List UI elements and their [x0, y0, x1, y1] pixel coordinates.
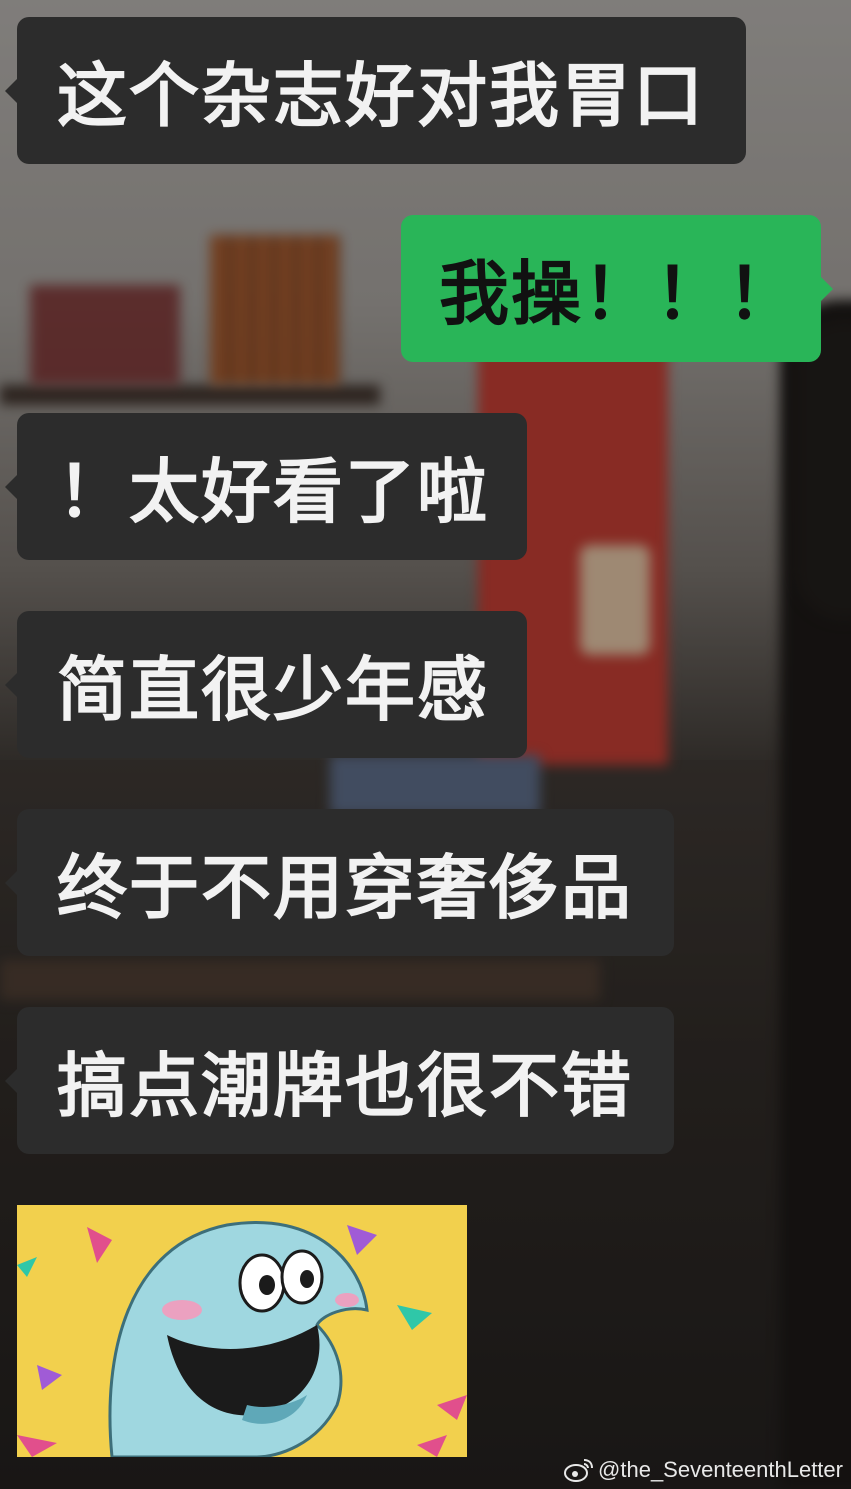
- message-bubble-outgoing[interactable]: 我操！！！: [401, 215, 833, 362]
- sticker-art-icon: [17, 1205, 467, 1457]
- message-bubble-incoming[interactable]: 终于不用穿奢侈品: [5, 809, 674, 956]
- weibo-logo-icon: [564, 1459, 594, 1482]
- message-text: 这个杂志好对我胃口: [57, 55, 705, 137]
- message-bubble-incoming[interactable]: 简直很少年感: [5, 611, 527, 758]
- watermark: @the_SeventeenthLetter: [564, 1457, 843, 1483]
- message-text: 我操！！！: [439, 253, 799, 335]
- message-bubble-incoming[interactable]: 搞点潮牌也很不错: [5, 1007, 674, 1154]
- smiling-blue-creature-sticker[interactable]: [17, 1205, 467, 1457]
- message-text: ！太好看了啦: [57, 451, 489, 533]
- message-text: 搞点潮牌也很不错: [57, 1045, 633, 1127]
- message-text: 终于不用穿奢侈品: [57, 847, 633, 929]
- watermark-text: @the_SeventeenthLetter: [598, 1457, 843, 1482]
- message-text: 简直很少年感: [57, 649, 489, 731]
- message-bubble-incoming[interactable]: ！太好看了啦: [5, 413, 527, 560]
- message-bubble-incoming[interactable]: 这个杂志好对我胃口: [5, 17, 746, 164]
